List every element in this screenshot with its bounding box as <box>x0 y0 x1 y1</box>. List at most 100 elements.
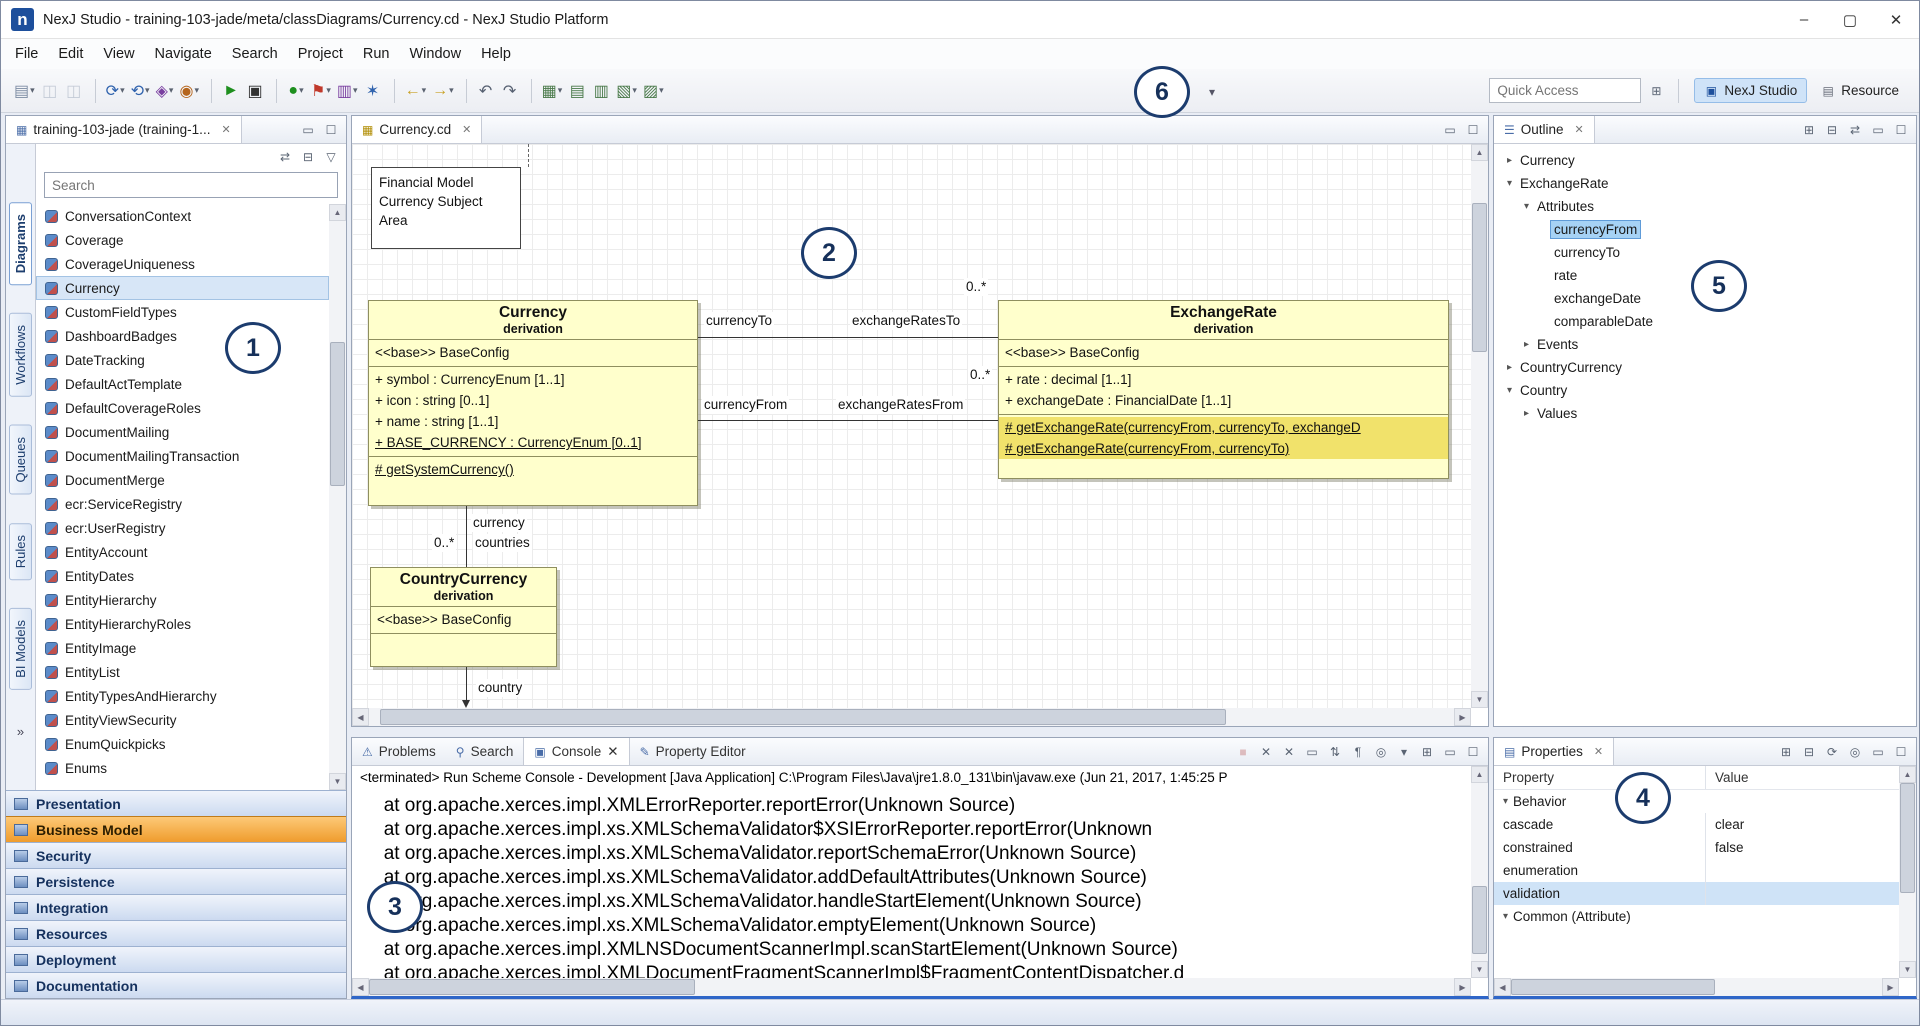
side-tab-workflows[interactable]: Workflows <box>9 313 32 397</box>
quick-access-input[interactable] <box>1489 78 1641 103</box>
tab-search[interactable]: ⚲Search <box>446 738 524 765</box>
pin-console-icon[interactable]: ◎ <box>1374 745 1388 759</box>
run-tool-icon[interactable]: ⚑▾ <box>308 78 334 104</box>
maximize-icon[interactable]: ☐ <box>324 123 338 137</box>
outline-node-comparabledate[interactable]: comparableDate <box>1494 310 1916 333</box>
user-accounts-icon[interactable]: ◉▾ <box>177 78 203 104</box>
tree-item-documentmerge[interactable]: DocumentMerge <box>36 468 329 492</box>
scroll-arrow-icon[interactable]: ▼ <box>1471 691 1488 708</box>
tree-item-conversationcontext[interactable]: ConversationContext <box>36 204 329 228</box>
maximize-icon[interactable]: ☐ <box>1466 745 1480 759</box>
outline-node-values[interactable]: ▸Values <box>1494 402 1916 425</box>
tree-item-documentmailing[interactable]: DocumentMailing <box>36 420 329 444</box>
toolbar-overflow-icon[interactable]: ▾ <box>1209 85 1215 99</box>
tree-item-entityaccount[interactable]: EntityAccount <box>36 540 329 564</box>
property-value[interactable] <box>1706 859 1899 882</box>
scroll-arrow-icon[interactable]: ◀ <box>1494 978 1511 996</box>
link-with-editor-icon[interactable]: ⇄ <box>278 150 292 164</box>
tree-item-currency[interactable]: Currency <box>36 276 329 300</box>
scroll-arrow-icon[interactable]: ▲ <box>329 204 346 221</box>
outline-node-events[interactable]: ▸Events <box>1494 333 1916 356</box>
layer-presentation[interactable]: Presentation <box>6 790 346 816</box>
outline-node-currency[interactable]: ▸Currency <box>1494 149 1916 172</box>
side-tab-bi-models[interactable]: BI Models <box>9 608 32 690</box>
snap-grid-icon[interactable]: ▧▾ <box>613 78 640 104</box>
menu-window[interactable]: Window <box>399 41 471 67</box>
diagram-note[interactable]: Financial Model Currency Subject Area <box>371 167 521 249</box>
upgrade-model-icon[interactable]: ⟲▾ <box>128 78 153 104</box>
property-value[interactable] <box>1706 882 1899 905</box>
scroll-track[interactable] <box>369 708 1454 726</box>
scroll-arrow-icon[interactable]: ◀ <box>352 978 369 996</box>
console-output[interactable]: at org.apache.xerces.impl.XMLErrorReport… <box>352 792 1471 978</box>
tree-item-entitylist[interactable]: EntityList <box>36 660 329 684</box>
horizontal-scrollbar[interactable]: ◀▶ <box>352 708 1471 726</box>
scroll-thumb[interactable] <box>1472 886 1487 954</box>
outline-node-countrycurrency[interactable]: ▸CountryCurrency <box>1494 356 1916 379</box>
outline-node-currencyfrom[interactable]: currencyFrom <box>1494 218 1916 241</box>
chevron-expanded-icon[interactable]: ▾ <box>1498 911 1513 922</box>
association-country[interactable] <box>466 667 467 701</box>
outline-node-attributes[interactable]: ▾Attributes <box>1494 195 1916 218</box>
menu-file[interactable]: File <box>5 41 48 67</box>
layout-table-icon[interactable]: ▦▾ <box>539 78 566 104</box>
terminal-icon[interactable]: ▣ <box>243 78 267 104</box>
chevron-expanded-icon[interactable]: ▾ <box>1519 201 1534 212</box>
column-header-value[interactable]: Value <box>1706 770 1899 785</box>
horizontal-scrollbar[interactable]: ◀▶ <box>1494 978 1899 996</box>
association-currencyTo[interactable] <box>698 337 998 338</box>
class-header[interactable]: CountryCurrencyderivation <box>371 568 556 606</box>
side-tab-queues[interactable]: Queues <box>9 425 32 495</box>
scroll-thumb[interactable] <box>369 979 695 995</box>
class-countrycurrency[interactable]: CountryCurrencyderivation<<base>> BaseCo… <box>370 567 557 667</box>
class-member[interactable]: <<base>> BaseConfig <box>999 342 1448 363</box>
menu-project[interactable]: Project <box>288 41 353 67</box>
close-icon[interactable]: ✕ <box>1575 123 1584 136</box>
class-header[interactable]: ExchangeRatederivation <box>999 301 1448 339</box>
new-wizard-icon[interactable]: ▤▾ <box>11 78 38 104</box>
property-category-common-attribute[interactable]: ▾Common (Attribute) <box>1494 905 1899 928</box>
vertical-scrollbar[interactable]: ▲▼ <box>1471 766 1488 978</box>
minimize-icon[interactable]: ▭ <box>1443 745 1457 759</box>
edge-label[interactable]: exchangeRatesFrom <box>836 396 965 414</box>
restore-default-icon[interactable]: ⟳ <box>1825 745 1839 759</box>
edge-label[interactable]: country <box>476 679 524 697</box>
scroll-thumb[interactable] <box>1472 203 1487 351</box>
scroll-arrow-icon[interactable]: ▼ <box>1471 961 1488 978</box>
scroll-thumb[interactable] <box>380 709 1226 725</box>
tree-item-defaultacttemplate[interactable]: DefaultActTemplate <box>36 372 329 396</box>
maximize-icon[interactable]: ☐ <box>1894 745 1908 759</box>
edge-label[interactable]: currencyTo <box>704 312 774 330</box>
run-icon[interactable]: ► <box>219 78 243 104</box>
tree-item-coverage[interactable]: Coverage <box>36 228 329 252</box>
tab-property-editor[interactable]: ✎Property Editor <box>630 738 756 765</box>
class-member[interactable]: # getExchangeRate(currencyFrom, currency… <box>999 438 1448 459</box>
property-row-constrained[interactable]: constrainedfalse <box>1494 836 1899 859</box>
class-header[interactable]: Currencyderivation <box>369 301 697 339</box>
scroll-lock-icon[interactable]: ⇅ <box>1328 745 1342 759</box>
chevron-collapsed-icon[interactable]: ▸ <box>1519 408 1534 419</box>
display-console-dropdown-icon[interactable]: ▾ <box>1397 745 1411 759</box>
toggle-grid-icon[interactable]: ▨▾ <box>640 78 667 104</box>
tree-item-entityimage[interactable]: EntityImage <box>36 636 329 660</box>
show-categories-icon[interactable]: ⊞ <box>1779 745 1793 759</box>
class-member[interactable]: + symbol : CurrencyEnum [1..1] <box>369 369 697 390</box>
scroll-thumb[interactable] <box>1511 979 1715 995</box>
scroll-arrow-icon[interactable]: ▶ <box>1454 978 1471 996</box>
tree-item-ecr-userregistry[interactable]: ecr:UserRegistry <box>36 516 329 540</box>
tree-item-defaultcoverageroles[interactable]: DefaultCoverageRoles <box>36 396 329 420</box>
navigate-forward-icon[interactable]: →▾ <box>429 78 457 104</box>
pin-icon[interactable]: ◎ <box>1848 745 1862 759</box>
outline-node-currencyto[interactable]: currencyTo <box>1494 241 1916 264</box>
edge-label[interactable]: currency <box>471 514 527 532</box>
chevron-expanded-icon[interactable]: ▾ <box>1502 385 1517 396</box>
chevron-expanded-icon[interactable]: ▾ <box>1498 796 1513 807</box>
collapse-all-icon[interactable]: ⊟ <box>1825 123 1839 137</box>
window-minimize-button[interactable]: – <box>1781 1 1827 38</box>
menu-edit[interactable]: Edit <box>48 41 93 67</box>
tree-item-ecr-serviceregistry[interactable]: ecr:ServiceRegistry <box>36 492 329 516</box>
link-with-editor-icon[interactable]: ⇄ <box>1848 123 1862 137</box>
tree-item-entityhierarchy[interactable]: EntityHierarchy <box>36 588 329 612</box>
close-icon[interactable]: ✕ <box>607 744 618 760</box>
edge-label[interactable]: currencyFrom <box>702 396 789 414</box>
